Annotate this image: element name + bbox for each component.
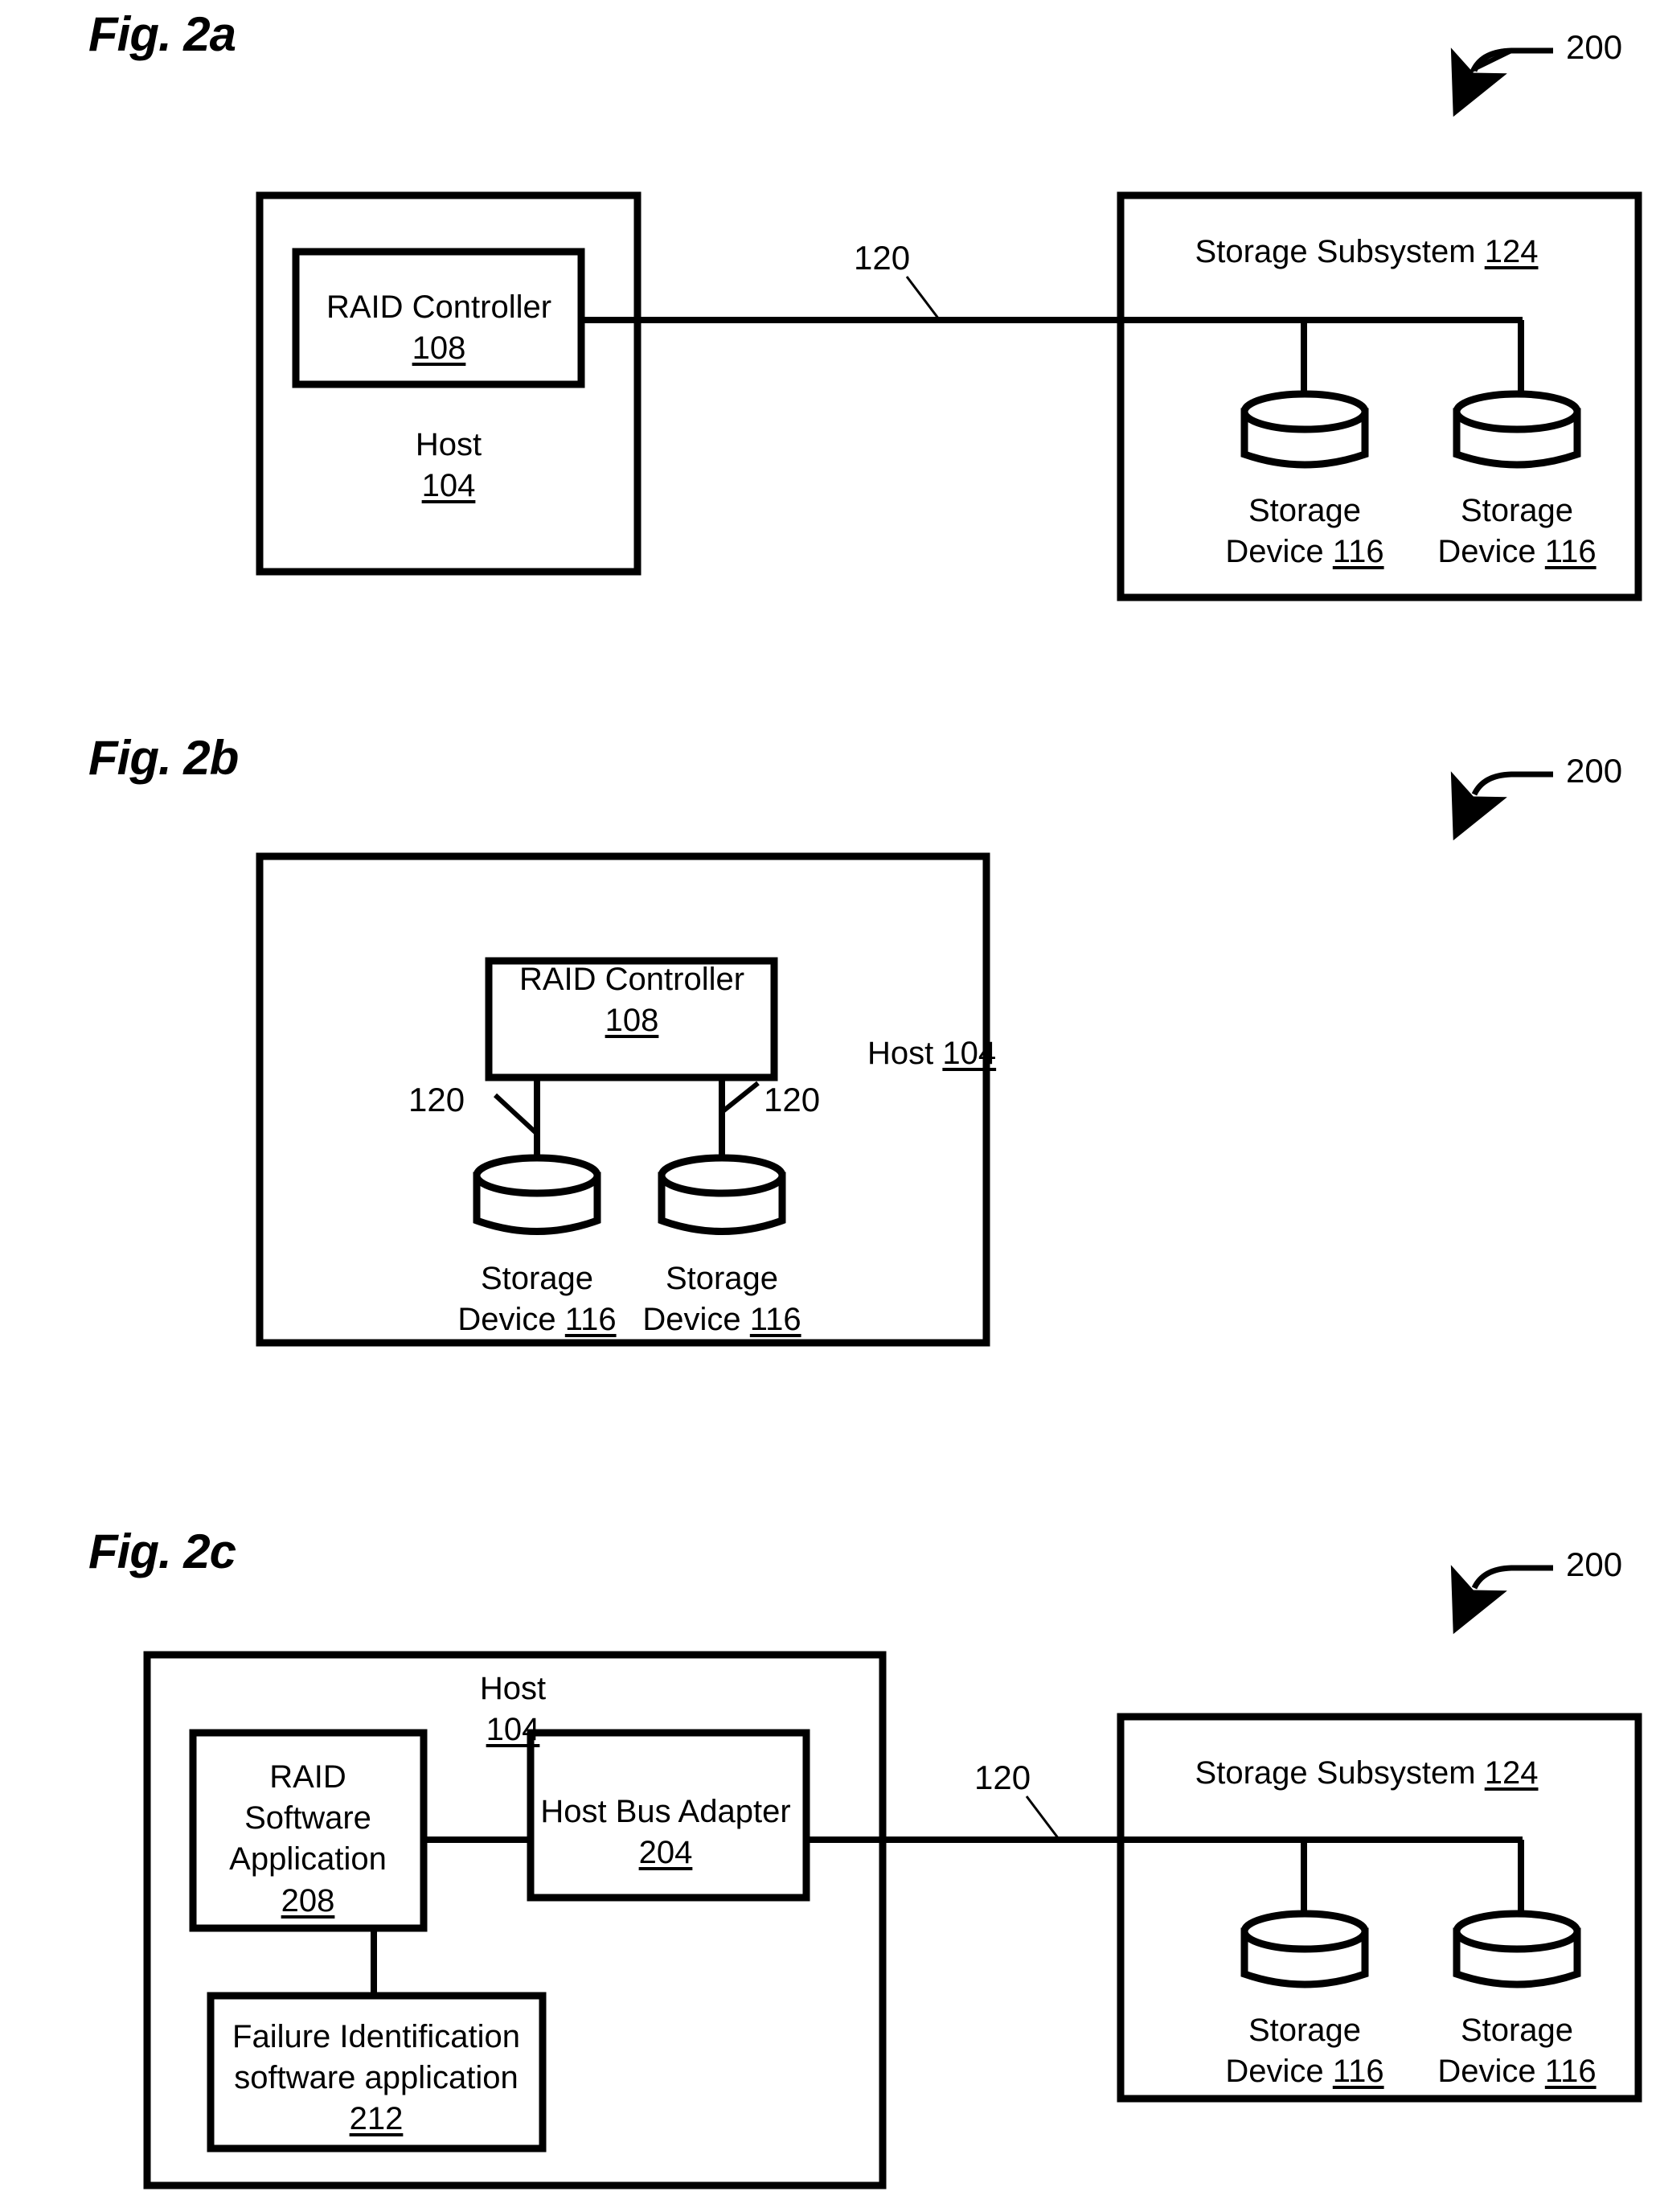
fig2c-storage-device-right-label: Storage Device 116 <box>1437 2010 1596 2092</box>
fig2b-host-box <box>256 852 990 1347</box>
fig2a-host-ref: 104 <box>421 468 476 504</box>
fig2a-device2-ref: 116 <box>1544 534 1597 570</box>
fig2c-hba-ref: 204 <box>638 1835 693 1871</box>
patent-drawing-sheet: Fig. 2a 200 RAID Controller 108 Host 104… <box>0 0 1656 2212</box>
fig2c-device2-line1: Storage <box>1460 2013 1574 2048</box>
fig2c-hba-name: Host Bus Adapter <box>540 1794 791 1829</box>
fig2a-storage-device-right-icon <box>1453 390 1581 469</box>
fig2b-host-ref: 104 <box>942 1036 997 1071</box>
fig2b-storage-device-left-icon <box>473 1154 601 1235</box>
fig2b-device2-ref: 116 <box>749 1302 801 1338</box>
fig2c-raid-software-label: RAID Software Application 208 <box>229 1757 387 1922</box>
fig2a-callout-arrow <box>1450 47 1553 117</box>
fig2b-host-name: Host <box>867 1036 934 1071</box>
fig2b-link-right-label-120: 120 <box>764 1081 821 1118</box>
fig2c-callout-arrow <box>1450 1565 1553 1635</box>
fig2a-title: Fig. 2a <box>88 7 236 61</box>
fig2a-raid-controller-ref: 108 <box>412 330 466 367</box>
fig2a-device2-line1: Storage <box>1460 493 1574 528</box>
fig2b-device1-ref: 116 <box>564 1302 617 1338</box>
fig2c-device2-ref: 116 <box>1544 2054 1597 2090</box>
fig2a-device1-ref: 116 <box>1332 534 1384 570</box>
fig2c-device1-line2: Device <box>1225 2054 1324 2090</box>
fig2c-host-name: Host <box>479 1671 547 1706</box>
fig2c-storage-subsystem-ref: 124 <box>1484 1755 1539 1791</box>
fig2b-storage-device-right-label: Storage Device 116 <box>642 1258 801 1340</box>
fig2a-callout-200: 200 <box>1566 28 1623 66</box>
fig2b-storage-device-left-label: Storage Device 116 <box>457 1258 616 1340</box>
fig2c-host-label: Host 104 <box>480 1668 546 1750</box>
fig2c-link-leader <box>1025 1795 1060 1840</box>
fig2b-raid-controller-name: RAID Controller <box>519 962 745 997</box>
fig2a-raid-controller-name: RAID Controller <box>326 289 552 325</box>
fig2c-fail-ref: 212 <box>349 2101 404 2137</box>
fig2c-storage-device-left-icon <box>1240 1910 1369 1988</box>
fig2c-raid-line1: RAID <box>269 1759 346 1795</box>
fig2a-link-label-120: 120 <box>854 239 911 277</box>
fig2b-device2-line2: Device <box>642 1302 741 1338</box>
fig2c-device1-ref: 116 <box>1332 2054 1384 2090</box>
fig2b-raid-controller-label: RAID Controller 108 <box>519 959 744 1041</box>
fig2a-link-leader <box>905 276 941 320</box>
fig2a-host-label: Host 104 <box>416 425 482 507</box>
fig2b-callout-200: 200 <box>1566 752 1623 790</box>
fig2b-device2-line1: Storage <box>665 1261 779 1296</box>
fig2c-storage-subsystem-label: Storage Subsystem 124 <box>1195 1753 1539 1794</box>
fig2a-storage-subsystem-label: Storage Subsystem 124 <box>1195 232 1539 273</box>
fig2c-storage-device-right-icon <box>1453 1910 1581 1988</box>
fig2c-host-ref: 104 <box>486 1712 540 1748</box>
fig2b-link-right-leader <box>720 1081 760 1114</box>
fig2b-host-label: Host 104 <box>867 1033 996 1074</box>
fig2b-callout-arrow <box>1450 771 1553 841</box>
fig2b-device1-line1: Storage <box>480 1261 594 1296</box>
fig2c-fail-line2: software application <box>234 2060 519 2096</box>
fig2c-failure-identification-label: Failure Identification software applicat… <box>232 2017 520 2140</box>
fig2b-title: Fig. 2b <box>88 731 239 785</box>
fig2a-host-name: Host <box>415 427 482 462</box>
fig2c-storage-subsystem-name: Storage Subsystem <box>1195 1755 1476 1791</box>
fig2c-fail-line1: Failure Identification <box>232 2019 520 2054</box>
fig2c-raid-line3: Application <box>229 1841 387 1878</box>
fig2c-callout-200: 200 <box>1566 1545 1623 1583</box>
fig2c-raid-line2: Software <box>244 1800 371 1836</box>
fig2b-raid-controller-ref: 108 <box>605 1003 659 1039</box>
fig2a-storage-subsystem-ref: 124 <box>1484 234 1539 269</box>
fig2c-raid-ref: 208 <box>281 1882 335 1919</box>
fig2b-link-left-label-120: 120 <box>408 1081 465 1118</box>
fig2b-link-left-leader <box>493 1093 539 1136</box>
fig2c-storage-device-left-label: Storage Device 116 <box>1225 2010 1383 2092</box>
fig2c-host-bus-adapter-label: Host Bus Adapter 204 <box>540 1791 790 1873</box>
fig2a-device1-line1: Storage <box>1248 493 1362 528</box>
fig2c-link-label-120: 120 <box>974 1759 1031 1796</box>
fig2c-device2-line2: Device <box>1437 2054 1536 2090</box>
fig2a-storage-device-right-label: Storage Device 116 <box>1437 490 1596 572</box>
fig2c-device1-line1: Storage <box>1248 2013 1362 2048</box>
fig2a-device2-line2: Device <box>1437 534 1536 570</box>
fig2b-device1-line2: Device <box>457 1302 556 1338</box>
fig2a-raid-controller-label: RAID Controller 108 <box>326 287 551 369</box>
fig2c-title: Fig. 2c <box>88 1525 236 1578</box>
fig2b-storage-device-right-icon <box>658 1154 786 1235</box>
fig2a-storage-device-left-icon <box>1240 390 1369 469</box>
fig2a-storage-subsystem-name: Storage Subsystem <box>1195 234 1476 269</box>
fig2a-storage-device-left-label: Storage Device 116 <box>1225 490 1383 572</box>
fig2a-device1-line2: Device <box>1225 534 1324 570</box>
